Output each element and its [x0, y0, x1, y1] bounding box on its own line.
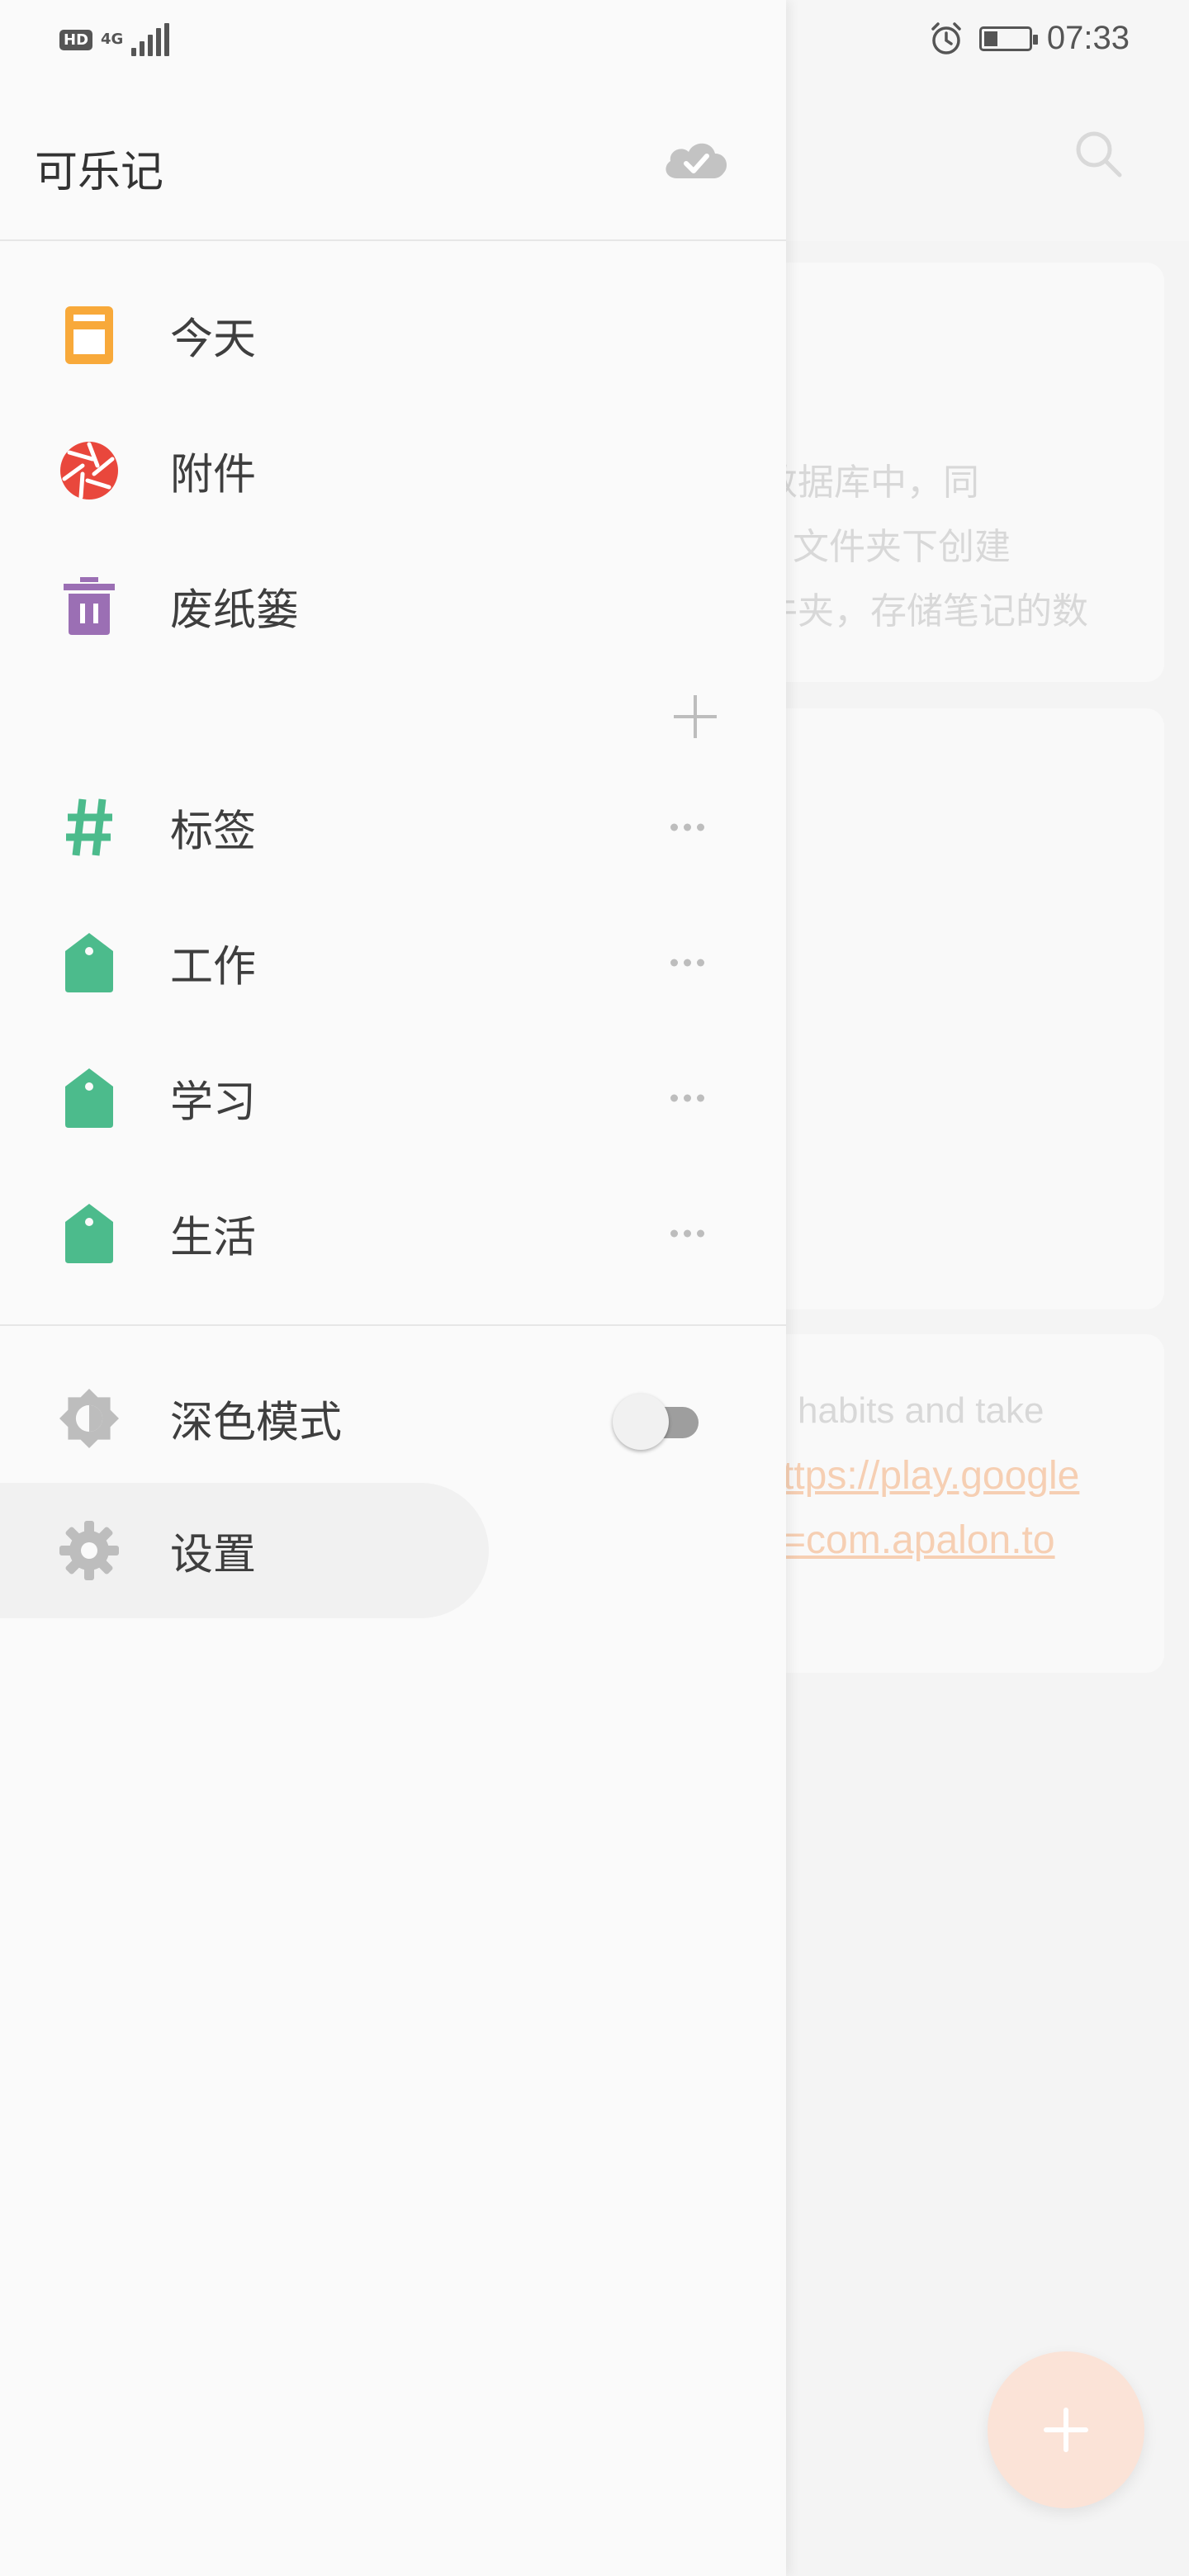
alarm-icon: [931, 21, 961, 54]
add-note-button[interactable]: [988, 2351, 1144, 2508]
aperture-icon: [59, 441, 119, 500]
gear-icon: [59, 1521, 119, 1580]
nav-item-attachments[interactable]: 附件: [0, 403, 786, 538]
hd-icon: HD: [59, 29, 93, 50]
note-text-line: 文件夹下创建: [793, 527, 1011, 567]
note-text-line: 件夹，存储笔记的数: [761, 591, 1088, 632]
add-tag-button[interactable]: [674, 695, 717, 738]
navigation-drawer: 可乐记 今天 附件 废纸篓 标签 工作 学习 生活 深色模式 设置: [0, 0, 786, 2576]
nav-label: 标签: [170, 807, 257, 857]
note-text-line: habits and take: [798, 1390, 1045, 1431]
tag-icon: [59, 1204, 119, 1263]
dark-mode-label: 深色模式: [170, 1398, 343, 1448]
status-right: 07:33: [928, 20, 1130, 57]
battery-icon: [978, 26, 1038, 51]
more-icon[interactable]: [670, 1094, 704, 1102]
more-icon[interactable]: [670, 959, 704, 967]
nav-item-today[interactable]: 今天: [0, 268, 786, 403]
nav-label: 附件: [170, 450, 257, 500]
tag-icon: [59, 1068, 119, 1128]
nav-item-tags[interactable]: 标签: [0, 760, 786, 895]
note-link[interactable]: ttps://play.google: [783, 1453, 1079, 1499]
brightness-icon: [59, 1389, 119, 1448]
tag-item-life[interactable]: 生活: [0, 1166, 786, 1301]
today-icon: [59, 305, 119, 365]
note-link[interactable]: =com.apalon.to: [783, 1518, 1055, 1563]
more-icon[interactable]: [670, 823, 704, 831]
divider: [0, 1324, 786, 1326]
tag-label: 工作: [170, 942, 257, 992]
status-time: 07:33: [1046, 20, 1130, 56]
note-card[interactable]: [760, 708, 1164, 1309]
signal-icon: [131, 23, 170, 56]
cloud-check-icon[interactable]: [661, 135, 732, 185]
note-card[interactable]: [760, 1334, 1164, 1673]
tag-icon: [59, 933, 119, 992]
settings-label: 设置: [170, 1530, 257, 1580]
hash-icon: [59, 798, 119, 857]
tag-item-study[interactable]: 学习: [0, 1030, 786, 1166]
tag-label: 学习: [170, 1077, 257, 1128]
nav-label: 废纸篓: [170, 585, 300, 636]
tag-label: 生活: [170, 1213, 257, 1263]
nav-label: 今天: [170, 315, 257, 365]
search-icon[interactable]: [1073, 129, 1123, 178]
more-icon[interactable]: [670, 1229, 704, 1238]
divider: [0, 239, 786, 241]
app-title: 可乐记: [35, 148, 164, 197]
status-left: HD 4G: [59, 23, 170, 56]
nav-item-settings[interactable]: 设置: [0, 1483, 786, 1618]
tag-item-work[interactable]: 工作: [0, 895, 786, 1030]
dark-mode-toggle[interactable]: [613, 1390, 707, 1453]
trash-icon: [59, 576, 119, 636]
network-type: 4G: [101, 31, 124, 48]
nav-item-trash[interactable]: 废纸篓: [0, 538, 786, 674]
status-bar: HD 4G 07:33: [0, 0, 1189, 83]
note-text-line: 数据库中，同: [761, 462, 979, 503]
